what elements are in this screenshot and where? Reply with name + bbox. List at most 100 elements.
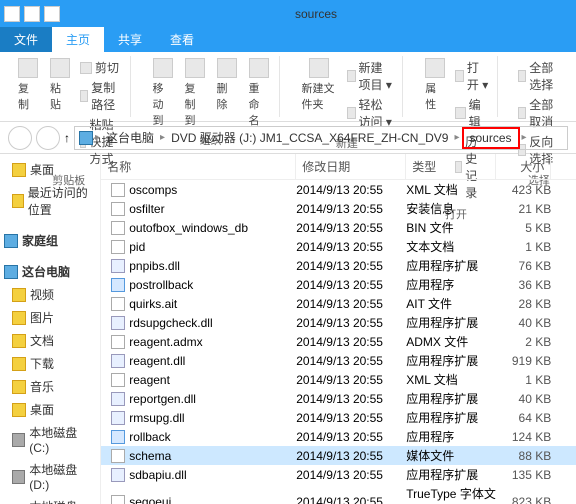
- file-size: 423 KB: [496, 183, 551, 197]
- bc-sources[interactable]: sources: [462, 127, 520, 149]
- file-date: 2014/9/13 20:55: [296, 373, 406, 387]
- copy-icon: [18, 58, 38, 78]
- open-button[interactable]: 打开 ▾: [455, 58, 489, 94]
- address-bar: ↑ ▸ 这台电脑 ▸ DVD 驱动器 (J:) JM1_CCSA_X64FRE_…: [0, 122, 576, 154]
- col-type[interactable]: 类型: [406, 154, 496, 179]
- file-row[interactable]: sdbapiu.dll2014/9/13 20:55应用程序扩展135 KB: [101, 465, 576, 484]
- tree-hdd[interactable]: 本地磁盘 (D:): [0, 458, 100, 495]
- delete-button[interactable]: 删除: [213, 56, 241, 114]
- copypath-button[interactable]: 复制路径: [80, 78, 122, 114]
- file-list: 名称 修改日期 类型 大小 oscomps2014/9/13 20:55XML …: [101, 154, 576, 504]
- bc-thispc[interactable]: 这台电脑: [102, 129, 158, 146]
- moveto-button[interactable]: 移动到: [149, 56, 177, 130]
- newitem-button[interactable]: 新建项目 ▾: [347, 58, 394, 94]
- qat-icon[interactable]: [24, 6, 40, 22]
- tree-docs[interactable]: 文档: [0, 329, 100, 352]
- file-name: segoeui: [129, 495, 171, 504]
- file-row[interactable]: postrollback 2014/9/13 20:55应用程序36 KB: [101, 275, 576, 294]
- file-icon: [111, 259, 125, 273]
- file-size: 40 KB: [496, 316, 551, 330]
- qat-icon[interactable]: [44, 6, 60, 22]
- up-button[interactable]: ↑: [64, 131, 70, 145]
- copyto-icon: [185, 58, 205, 78]
- col-name[interactable]: 名称: [101, 154, 296, 179]
- folder-icon[interactable]: [4, 6, 20, 22]
- file-icon: [111, 316, 125, 330]
- props-button[interactable]: 属性: [421, 56, 449, 114]
- bc-dvd[interactable]: DVD 驱动器 (J:) JM1_CCSA_X64FRE_ZH-CN_DV9: [167, 129, 452, 146]
- newitem-icon: [347, 70, 355, 82]
- breadcrumb[interactable]: ▸ 这台电脑 ▸ DVD 驱动器 (J:) JM1_CCSA_X64FRE_ZH…: [74, 126, 568, 150]
- tree-hdc[interactable]: 本地磁盘 (C:): [0, 421, 100, 458]
- file-size: 36 KB: [496, 278, 551, 292]
- file-name: outofbox_windows_db: [129, 221, 248, 235]
- tree-music[interactable]: 音乐: [0, 375, 100, 398]
- tree-downloads[interactable]: 下载: [0, 352, 100, 375]
- tab-file[interactable]: 文件: [0, 27, 52, 52]
- rename-button[interactable]: 重命名: [245, 56, 273, 130]
- file-row[interactable]: reportgen.dll2014/9/13 20:55应用程序扩展40 KB: [101, 389, 576, 408]
- file-row[interactable]: reagent.dll2014/9/13 20:55应用程序扩展919 KB: [101, 351, 576, 370]
- col-size[interactable]: 大小: [496, 154, 551, 179]
- file-type: 媒体文件: [406, 447, 496, 464]
- copy-button[interactable]: 复制: [14, 56, 42, 114]
- recent-icon: [12, 194, 24, 208]
- file-row[interactable]: pid2014/9/13 20:55文本文档1 KB: [101, 237, 576, 256]
- file-row[interactable]: rdsupgcheck.dll2014/9/13 20:55应用程序扩展40 K…: [101, 313, 576, 332]
- file-name: postrollback: [129, 278, 193, 292]
- copyto-button[interactable]: 复制到: [181, 56, 209, 130]
- newfolder-icon: [309, 58, 329, 78]
- pc-icon: [4, 265, 18, 279]
- cut-button[interactable]: 剪切: [80, 58, 122, 77]
- file-date: 2014/9/13 20:55: [296, 278, 406, 292]
- file-size: 21 KB: [496, 202, 551, 216]
- tree-hde[interactable]: 本地磁盘 (E:): [0, 495, 100, 504]
- file-icon: [111, 240, 125, 254]
- tree-homegroup[interactable]: 家庭组: [0, 229, 100, 252]
- file-name: schema: [129, 449, 171, 463]
- file-row[interactable]: rmsupg.dll2014/9/13 20:55应用程序扩展64 KB: [101, 408, 576, 427]
- file-name: rmsupg.dll: [129, 411, 184, 425]
- file-type: 应用程序: [406, 276, 496, 293]
- file-type: TrueType 字体文件: [406, 485, 496, 504]
- file-row[interactable]: osfilter2014/9/13 20:55安装信息21 KB: [101, 199, 576, 218]
- file-row[interactable]: oscomps2014/9/13 20:55XML 文档423 KB: [101, 180, 576, 199]
- file-row[interactable]: reagent2014/9/13 20:55XML 文档1 KB: [101, 370, 576, 389]
- chevron-right-icon: ▸: [160, 132, 165, 143]
- pictures-icon: [12, 311, 26, 325]
- file-row[interactable]: schema2014/9/13 20:55媒体文件88 KB: [101, 446, 576, 465]
- file-row[interactable]: pnpibs.dll2014/9/13 20:55应用程序扩展76 KB: [101, 256, 576, 275]
- tree-thispc[interactable]: 这台电脑: [0, 260, 100, 283]
- tree-desktop[interactable]: 桌面: [0, 158, 100, 181]
- tree-recent[interactable]: 最近访问的位置: [0, 181, 100, 221]
- tab-share[interactable]: 共享: [104, 27, 156, 52]
- forward-button[interactable]: [36, 126, 60, 150]
- file-icon: [111, 449, 125, 463]
- file-type: 应用程序扩展: [406, 466, 496, 483]
- file-date: 2014/9/13 20:55: [296, 297, 406, 311]
- col-date[interactable]: 修改日期: [296, 154, 406, 179]
- selectall-button[interactable]: 全部选择: [518, 58, 560, 94]
- newfolder-button[interactable]: 新建文件夹: [298, 56, 342, 114]
- tree-pictures[interactable]: 图片: [0, 306, 100, 329]
- file-size: 823 KB: [496, 495, 551, 504]
- tab-view[interactable]: 查看: [156, 27, 208, 52]
- file-type: 安装信息: [406, 200, 496, 217]
- rename-icon: [249, 58, 269, 78]
- file-row[interactable]: rollback2014/9/13 20:55应用程序124 KB: [101, 427, 576, 446]
- paste-button[interactable]: 粘贴: [46, 56, 74, 114]
- file-row[interactable]: segoeui2014/9/13 20:55TrueType 字体文件823 K…: [101, 484, 576, 504]
- drive-icon: [12, 433, 25, 447]
- chevron-right-icon: ▸: [454, 132, 459, 143]
- file-row[interactable]: outofbox_windows_db2014/9/13 20:55BIN 文件…: [101, 218, 576, 237]
- file-row[interactable]: reagent.admx2014/9/13 20:55ADMX 文件2 KB: [101, 332, 576, 351]
- file-row[interactable]: quirks.ait2014/9/13 20:55AIT 文件28 KB: [101, 294, 576, 313]
- file-icon: [111, 495, 125, 504]
- tree-desktop2[interactable]: 桌面: [0, 398, 100, 421]
- tab-home[interactable]: 主页: [52, 27, 104, 52]
- cut-icon: [80, 62, 92, 74]
- back-button[interactable]: [8, 126, 32, 150]
- file-date: 2014/9/13 20:55: [296, 221, 406, 235]
- tree-video[interactable]: 视频: [0, 283, 100, 306]
- open-icon: [455, 70, 464, 82]
